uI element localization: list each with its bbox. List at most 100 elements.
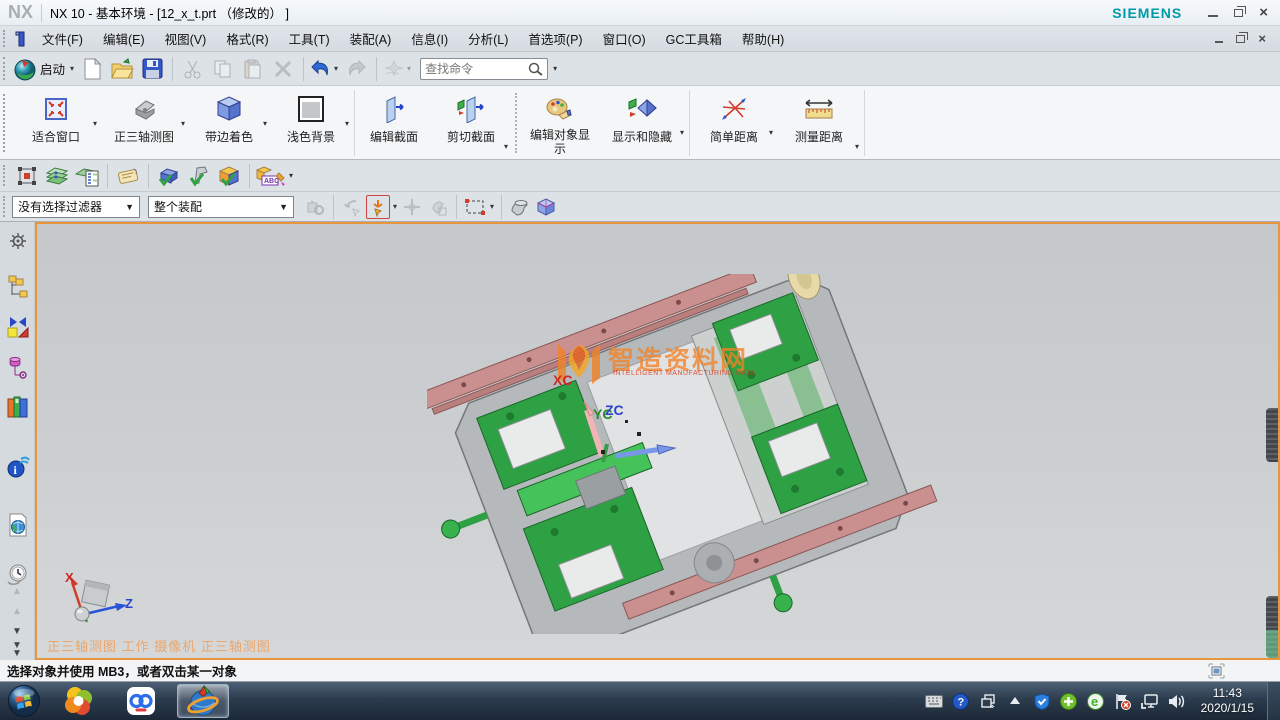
menu-preferences[interactable]: 首选项(P) [518, 26, 592, 51]
nx-app-button[interactable] [177, 684, 229, 718]
shaded-with-edges-button[interactable]: 带边着色 ▾ [188, 86, 270, 159]
search-options-chevron[interactable]: ▾ [553, 64, 557, 73]
search-icon[interactable] [527, 61, 543, 77]
netdisk-app-button[interactable] [115, 684, 167, 718]
chevron-down-icon[interactable]: ▾ [393, 202, 397, 211]
menu-assemblies[interactable]: 装配(A) [340, 26, 402, 51]
search-input[interactable] [425, 62, 527, 76]
fixture-assembly-model[interactable] [427, 274, 987, 634]
measure-distance-button[interactable]: 测量距离 ▾ [776, 86, 862, 159]
web-browser-icon[interactable] [5, 512, 30, 537]
undo-button[interactable]: ▾ [310, 55, 340, 83]
selection-filter-dropdown[interactable]: 没有选择过滤器 ▼ [12, 196, 140, 218]
restore-icon[interactable] [1234, 9, 1243, 17]
scroll-down-all-icon[interactable]: ▼▼ [8, 642, 26, 658]
chevron-down-icon[interactable]: ▾ [504, 142, 508, 151]
menu-tools[interactable]: 工具(T) [279, 26, 340, 51]
isometric-view-button[interactable]: 正三轴测图 ▾ [100, 86, 188, 159]
restore-window-glyph-icon[interactable] [979, 692, 997, 710]
chevron-down-icon[interactable]: ▾ [93, 119, 97, 128]
reuse-library-icon[interactable] [5, 394, 30, 419]
rectangle-select-icon[interactable] [463, 195, 487, 219]
text-edit-abc-icon[interactable]: ABC [256, 162, 286, 190]
edit-object-display-button[interactable]: 编辑对象显示 [523, 86, 597, 159]
light-background-button[interactable]: 浅色背景 ▾ [270, 86, 352, 159]
chevron-down-icon[interactable]: ▾ [490, 202, 494, 211]
open-button[interactable] [108, 55, 136, 83]
pinwheel-app-button[interactable] [53, 684, 105, 718]
constraint-navigator-icon[interactable] [5, 314, 30, 339]
chevron-down-icon[interactable]: ▾ [855, 142, 859, 151]
menu-edit[interactable]: 编辑(E) [93, 26, 155, 51]
toolbar-grip[interactable] [3, 57, 7, 80]
network-icon[interactable] [1141, 692, 1159, 710]
approved-tool-icon[interactable] [185, 162, 213, 190]
chevron-down-icon[interactable]: ▾ [769, 128, 773, 137]
show-desktop-button[interactable] [1267, 682, 1280, 720]
start-button[interactable]: 启动 ▾ [13, 55, 76, 83]
start-button[interactable] [5, 683, 43, 719]
taskbar-clock[interactable]: 11:43 2020/1/15 [1201, 686, 1254, 716]
general-object-icon[interactable] [508, 195, 532, 219]
action-center-flag-icon[interactable] [1114, 692, 1132, 710]
save-button[interactable] [138, 55, 166, 83]
view-layer-icon[interactable] [73, 162, 101, 190]
menu-analysis[interactable]: 分析(L) [458, 26, 518, 51]
chevron-down-icon[interactable]: ▾ [289, 171, 293, 180]
menu-window[interactable]: 窗口(O) [593, 26, 656, 51]
security-shield-icon[interactable] [1033, 692, 1051, 710]
toolbar-grip[interactable] [3, 94, 7, 152]
menu-gc-toolbox[interactable]: GC工具箱 [656, 26, 732, 51]
new-file-button[interactable] [78, 55, 106, 83]
doc-minimize-icon[interactable] [1215, 35, 1223, 43]
chevron-down-icon[interactable]: ▾ [181, 119, 185, 128]
roles-gear-icon[interactable] [5, 228, 30, 253]
menu-information[interactable]: 信息(I) [401, 26, 458, 51]
assembly-navigator-icon[interactable] [5, 274, 30, 299]
snap-point-icon[interactable] [366, 195, 390, 219]
menu-format[interactable]: 格式(R) [216, 26, 278, 51]
history-clock-icon[interactable] [5, 562, 30, 587]
toolbar-grip[interactable] [3, 196, 7, 216]
graphics-window[interactable]: 智造资料网 INTELLIGENT MANUFACTURING DATA XC … [35, 222, 1280, 660]
doc-close-icon[interactable]: × [1258, 34, 1266, 44]
solid-body-icon[interactable] [534, 195, 558, 219]
chevron-down-icon[interactable]: ▾ [263, 119, 267, 128]
menu-help[interactable]: 帮助(H) [732, 26, 794, 51]
volume-icon[interactable] [1168, 692, 1186, 710]
select-handles-icon[interactable] [13, 162, 41, 190]
menu-file[interactable]: 文件(F) [32, 26, 93, 51]
approved-cube-icon[interactable] [215, 162, 243, 190]
show-hide-button[interactable]: 显示和隐藏 ▾ [597, 86, 687, 159]
annotation-note-icon[interactable] [114, 162, 142, 190]
scroll-down-icon[interactable]: ▼ [8, 626, 26, 638]
layer-settings-icon[interactable] [43, 162, 71, 190]
doc-restore-icon[interactable] [1236, 35, 1245, 43]
help-icon[interactable]: ? [952, 692, 970, 710]
close-icon[interactable]: × [1259, 8, 1268, 18]
browser-e-icon[interactable]: e [1087, 692, 1105, 710]
minimize-icon[interactable] [1208, 9, 1218, 17]
resource-popout-grip[interactable] [1266, 408, 1278, 462]
toolbar-grip[interactable] [3, 30, 7, 48]
show-hidden-icons[interactable] [1006, 692, 1024, 710]
antivirus-icon[interactable] [1060, 692, 1078, 710]
divider [303, 57, 304, 81]
fit-window-button[interactable]: 适合窗口 ▾ [12, 86, 100, 159]
toolbar-grip[interactable] [3, 165, 7, 187]
approved-block-icon[interactable] [155, 162, 183, 190]
dependent-window-icon[interactable] [1208, 663, 1225, 682]
toolbar-grip[interactable] [515, 93, 519, 153]
resource-popout-grip2[interactable] [1266, 596, 1278, 658]
edit-section-button[interactable]: 编辑截面 [357, 86, 431, 159]
clip-section-button[interactable]: 剪切截面 ▾ [431, 86, 511, 159]
find-command-box[interactable] [420, 58, 548, 80]
chevron-down-icon[interactable]: ▾ [345, 119, 349, 128]
chevron-down-icon[interactable]: ▾ [680, 128, 684, 137]
part-navigator-icon[interactable] [5, 354, 30, 379]
menu-view[interactable]: 视图(V) [155, 26, 217, 51]
keyboard-icon[interactable] [925, 692, 943, 710]
internet-info-icon[interactable]: i [5, 454, 30, 479]
selection-scope-dropdown[interactable]: 整个装配 ▼ [148, 196, 294, 218]
simple-distance-button[interactable]: 简单距离 ▾ [692, 86, 776, 159]
